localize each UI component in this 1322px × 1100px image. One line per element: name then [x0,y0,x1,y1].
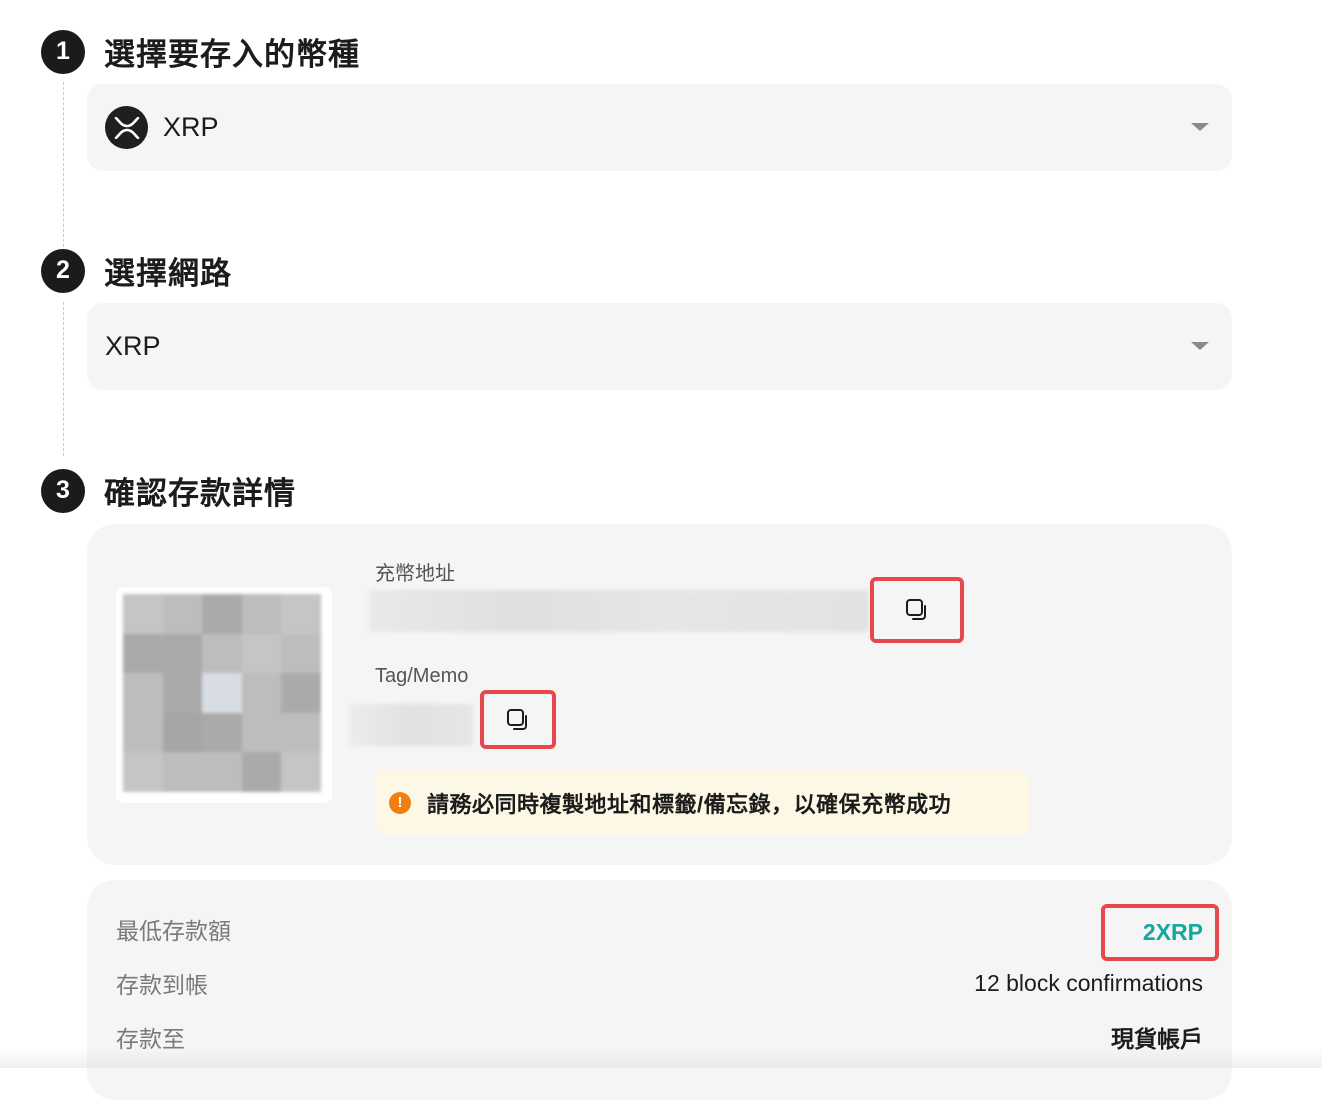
step-title: 選擇要存入的幣種 [104,37,360,72]
step-1-header: 1 選擇要存入的幣種 [41,29,360,74]
arrival-label: 存款到帳 [116,972,208,998]
bottom-fade [0,1048,1322,1068]
deposit-address-value [369,590,869,632]
arrival-row: 存款到帳 12 block confirmations [116,963,1203,1003]
step-3-header: 3 確認存款詳情 [41,468,296,513]
min-deposit-value: 2XRP [1142,919,1203,945]
copy-icon [507,708,527,730]
network-select[interactable]: XRP [87,303,1232,390]
warning-notice: ! 請務必同時複製地址和標籤/備忘錄，以確保充幣成功 [375,769,1029,836]
arrival-value: 12 block confirmations [974,969,1203,996]
min-deposit-highlight: 2XRP [1101,904,1219,961]
warning-icon: ! [389,791,411,814]
step-number: 2 [41,248,85,293]
step-number: 3 [41,468,85,513]
deposit-details-card: 充幣地址 Tag/Memo ! 請務必同時複製地址和標籤/備忘錄，以確保充幣成功 [87,524,1232,865]
timeline-connector [63,302,64,456]
qr-code [116,587,332,803]
min-deposit-row: 最低存款額 [116,909,1203,949]
coin-select-value: XRP [163,112,219,142]
tag-memo-value [349,704,473,746]
min-deposit-label: 最低存款額 [116,918,231,944]
tag-memo-label: Tag/Memo [375,665,469,687]
step-title: 確認存款詳情 [104,476,296,511]
chevron-down-icon [1191,342,1209,350]
copy-address-button[interactable] [870,577,964,643]
timeline-connector [63,82,64,252]
deposit-address-label: 充幣地址 [375,563,455,585]
warning-text: 請務必同時複製地址和標籤/備忘錄，以確保充幣成功 [427,791,952,817]
copy-tag-button[interactable] [480,690,556,749]
copy-icon [906,599,926,620]
step-2-header: 2 選擇網路 [41,248,232,293]
coin-select[interactable]: XRP [87,84,1232,171]
chevron-down-icon [1191,123,1209,131]
step-number: 1 [41,29,85,74]
step-title: 選擇網路 [104,256,232,291]
network-select-value: XRP [105,331,161,361]
xrp-logo-icon [105,106,148,149]
